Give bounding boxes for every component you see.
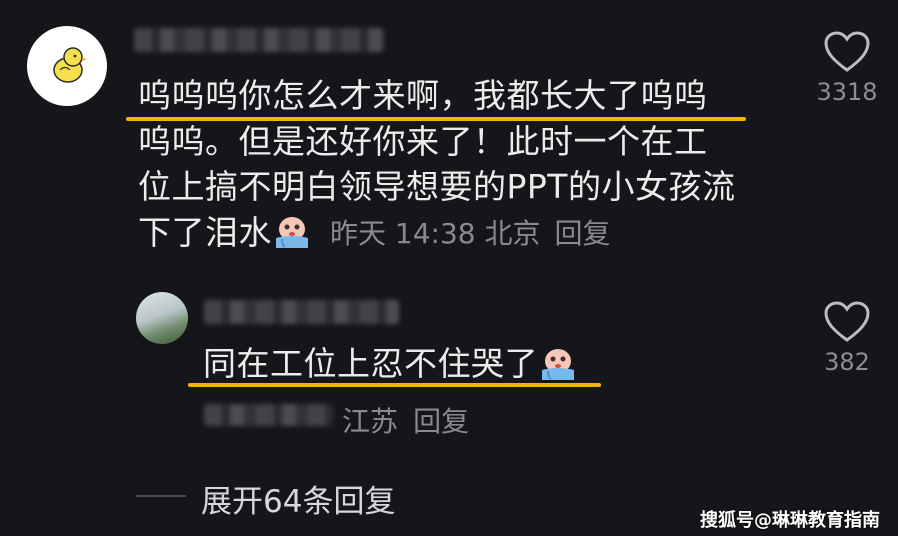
comment-line: 下了泪水 — [138, 212, 272, 252]
expand-divider — [136, 495, 186, 497]
highlight-underline — [126, 117, 746, 121]
crying-emoji-icon — [276, 217, 308, 249]
reply-text: 同在工位上忍不住哭了 — [203, 344, 538, 383]
comment-line: 呜呜呜你怎么才来啊，我都长大了呜呜 — [138, 76, 708, 115]
comment-line: 呜呜。但是还好你来了！此时一个在工 — [138, 121, 708, 161]
reply-body: 同在工位上忍不住哭了 — [203, 341, 578, 387]
comment-line: 位上搞不明白领导想要的PPT的小女孩流 — [138, 167, 736, 206]
expand-replies-button[interactable]: 展开64条回复 — [201, 476, 395, 521]
avatar-chick[interactable] — [27, 26, 107, 106]
reply-button[interactable]: 回复 — [413, 405, 469, 438]
reply-username-blurred[interactable] — [204, 300, 399, 324]
reply-button[interactable]: 回复 — [555, 212, 611, 252]
comment-timestamp: 昨天 14:38 北京 — [330, 217, 541, 251]
heart-icon — [824, 301, 870, 342]
reply-like-button[interactable]: 382 — [812, 300, 882, 376]
like-count: 3318 — [816, 78, 878, 106]
comment-username-blurred[interactable] — [134, 28, 384, 52]
reply-timestamp-blurred — [204, 404, 334, 426]
crying-emoji-icon — [542, 348, 574, 380]
reply-avatar[interactable] — [136, 292, 188, 344]
watermark: 搜狐号@琳琳教育指南 — [700, 510, 880, 531]
comment-body: 呜呜呜你怎么才来啊，我都长大了呜呜 呜呜。但是还好你来了！此时一个在工 位上搞不… — [138, 73, 735, 255]
like-button[interactable]: 3318 — [812, 30, 882, 106]
chick-icon — [53, 47, 87, 83]
reply-location: 江苏 — [342, 405, 399, 438]
highlight-underline — [188, 383, 601, 387]
heart-icon — [824, 31, 870, 72]
like-count: 382 — [824, 348, 870, 376]
